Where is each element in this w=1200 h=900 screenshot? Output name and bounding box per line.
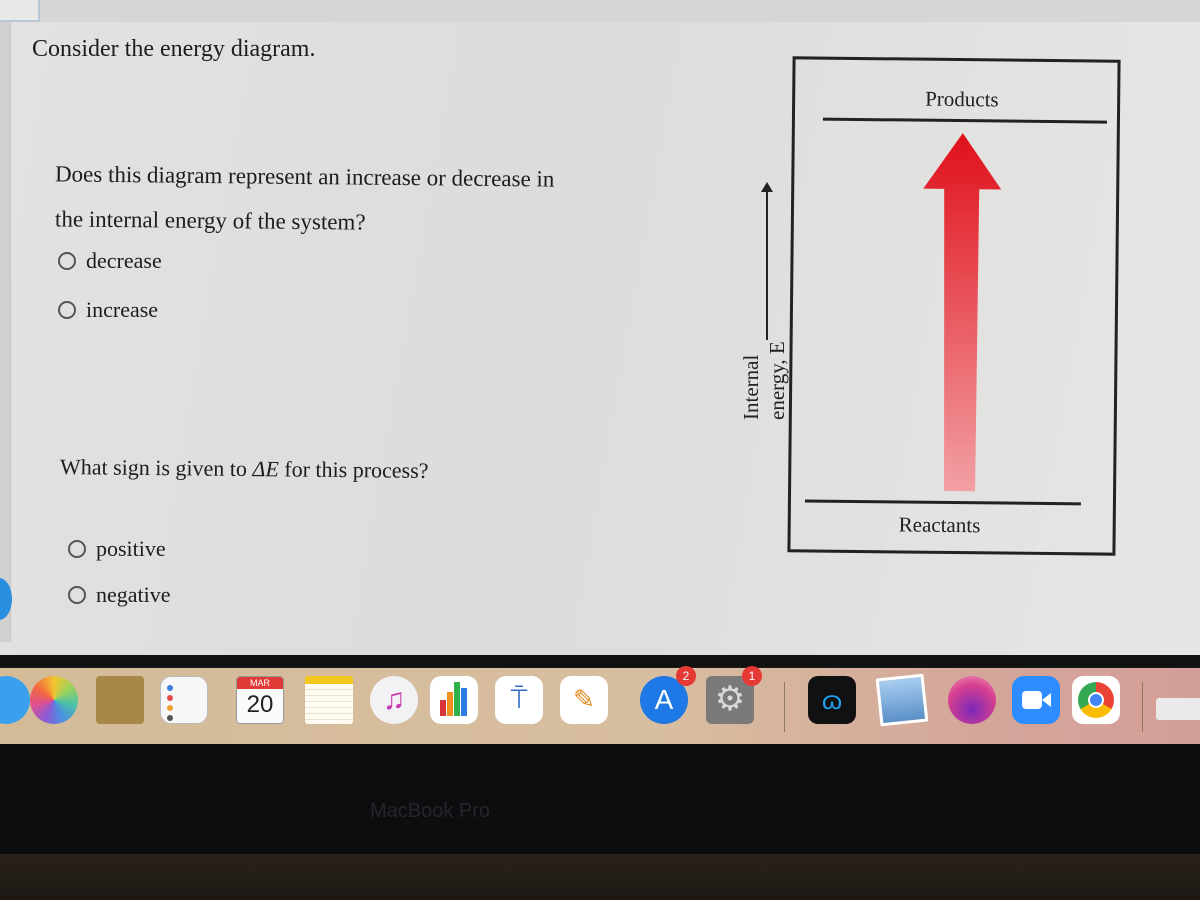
radio-negative[interactable]: negative [68, 582, 171, 608]
keynote-icon[interactable]: ⍑ [495, 676, 543, 724]
products-label: Products [925, 86, 999, 112]
window-corner [0, 0, 40, 22]
intro-text: Consider the energy diagram. [32, 36, 316, 62]
energy-diagram: Products Reactants [787, 56, 1121, 556]
zoom-icon[interactable] [1012, 676, 1060, 724]
axis-label: Internal energy, E [738, 341, 790, 420]
chrome-icon[interactable] [1072, 676, 1120, 724]
arrow-svg [923, 133, 1002, 492]
radio-label: decrease [86, 248, 162, 273]
dock-separator [784, 682, 785, 732]
axis-label-line-2: energy, E [765, 341, 789, 420]
laptop-base [0, 854, 1200, 900]
top-bar [0, 0, 1200, 22]
radio-decrease[interactable]: decrease [58, 248, 162, 274]
preview-icon[interactable] [875, 673, 929, 727]
photos-icon[interactable] [30, 676, 78, 724]
macos-installer-icon[interactable] [948, 676, 996, 724]
question-2-suffix: for this process? [278, 456, 429, 483]
calendar-month: MAR [237, 677, 283, 689]
radio-circle[interactable] [58, 252, 76, 270]
laptop-bezel [0, 744, 1200, 854]
reactants-label: Reactants [898, 512, 981, 538]
axis-label-line-1: Internal [739, 354, 763, 420]
system-preferences-icon[interactable]: ⚙ 1 [706, 666, 762, 724]
axis-up-arrow-icon [761, 182, 773, 340]
messages-icon[interactable] [0, 676, 30, 724]
app-store-badge: 2 [676, 666, 696, 686]
screen-bezel [0, 655, 1200, 667]
pages-icon[interactable]: ✎ [560, 676, 608, 724]
radio-circle[interactable] [68, 586, 86, 604]
minimized-window-icon[interactable] [1156, 698, 1200, 720]
radio-circle[interactable] [58, 301, 76, 319]
question-1-line-2: the internal energy of the system? [54, 206, 366, 235]
webex-icon[interactable]: ɷ [808, 676, 856, 724]
question-2: What sign is given to ΔE for this proces… [60, 454, 429, 484]
music-icon[interactable]: ♫ [370, 676, 418, 724]
left-rail [0, 22, 11, 642]
radio-label: positive [96, 536, 166, 561]
arrow-shape [923, 133, 1002, 492]
question-1-line-1: Does this diagram represent an increase … [54, 161, 555, 192]
delta-e-symbol: ΔE [252, 456, 279, 482]
numbers-icon[interactable] [430, 676, 478, 724]
reactants-level-line [804, 499, 1081, 506]
reminders-icon[interactable] [160, 676, 208, 724]
browser-screen: Consider the energy diagram. Does this d… [0, 0, 1200, 660]
energy-arrow-icon [919, 133, 1003, 494]
products-level-line [822, 117, 1107, 124]
dock: MAR 20 ♫ ⍑ ✎ A2 ⚙ 1 ɷ [0, 666, 1200, 756]
app-store-icon[interactable]: A2 [640, 666, 696, 724]
contacts-icon[interactable] [96, 676, 144, 724]
device-brand: MacBook Pro [370, 800, 491, 822]
radio-label: negative [96, 582, 171, 607]
dock-separator [1142, 682, 1143, 732]
radio-circle[interactable] [68, 540, 86, 558]
calendar-day: 20 [246, 691, 274, 718]
notes-icon[interactable] [305, 676, 353, 724]
system-preferences-badge: 1 [742, 666, 762, 686]
radio-increase[interactable]: increase [58, 297, 158, 323]
radio-positive[interactable]: positive [68, 536, 166, 562]
calendar-icon[interactable]: MAR 20 [236, 676, 284, 724]
radio-label: increase [86, 297, 159, 322]
question-2-prefix: What sign is given to [59, 454, 253, 482]
